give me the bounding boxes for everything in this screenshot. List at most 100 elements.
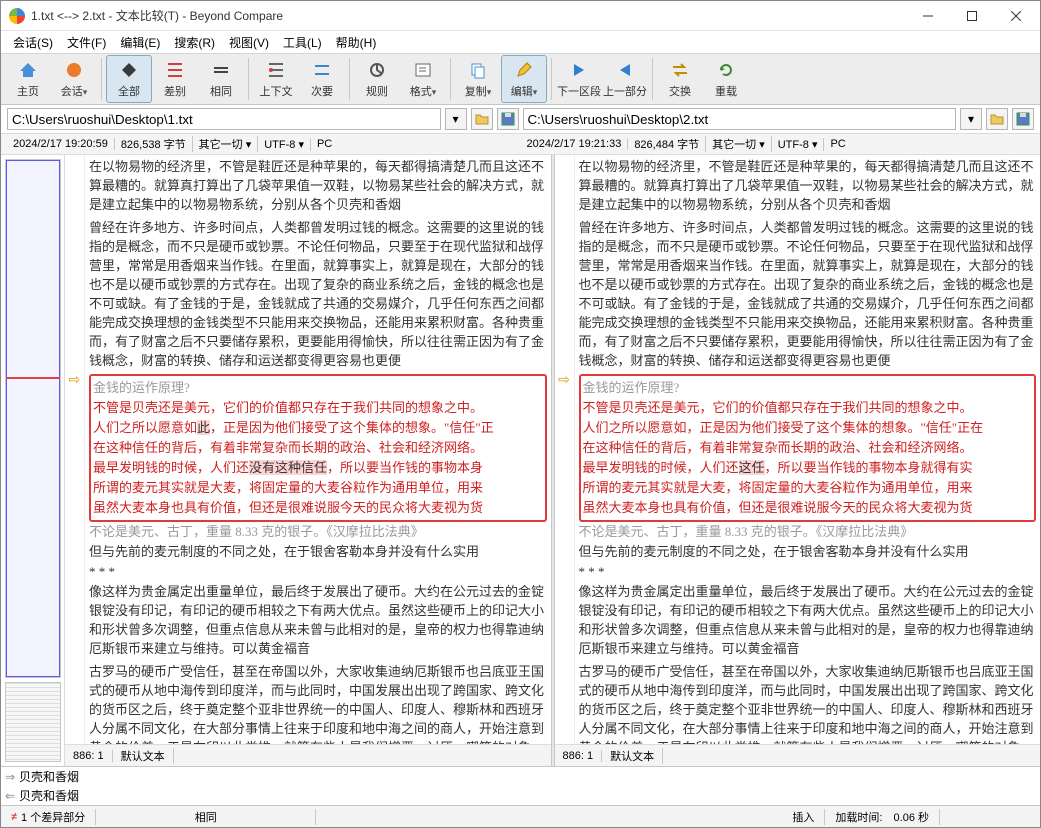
same-icon bbox=[210, 59, 232, 81]
arrow-left-icon: ⇐ bbox=[5, 789, 19, 803]
right-pc: PC bbox=[824, 138, 851, 150]
diff-block: 金钱的运作原理? 不管是贝壳还是美元，它们的价值都只存在于我们共同的想象之中。 … bbox=[89, 374, 547, 522]
diff-arrow-icon[interactable]: ⇨ bbox=[555, 371, 574, 388]
app-icon bbox=[9, 8, 25, 24]
left-dropdown[interactable]: ▾ bbox=[445, 108, 467, 130]
session-icon bbox=[63, 59, 85, 81]
btn-context[interactable]: 上下文 bbox=[253, 55, 299, 103]
left-path-input[interactable] bbox=[7, 108, 441, 130]
btn-edit[interactable]: 编辑▾ bbox=[501, 55, 547, 103]
left-browse[interactable] bbox=[471, 108, 493, 130]
menu-help[interactable]: 帮助(H) bbox=[330, 32, 383, 53]
right-browse[interactable] bbox=[986, 108, 1008, 130]
folder-icon bbox=[990, 113, 1004, 125]
status-load-time: 0.06 秒 bbox=[894, 809, 929, 825]
btn-copy[interactable]: 复制▾ bbox=[455, 55, 501, 103]
window-title: 1.txt <--> 2.txt - 文本比较(T) - Beyond Comp… bbox=[31, 7, 906, 24]
btn-diff[interactable]: 差别 bbox=[152, 55, 198, 103]
left-pane: ⇨ 在以物易物的经济里，不管是鞋匠还是种苹果的，每天都得搞清楚几而且这还不算最糟… bbox=[65, 155, 551, 766]
disk-icon bbox=[1016, 112, 1030, 126]
home-icon bbox=[17, 59, 39, 81]
btn-home[interactable]: 主页 bbox=[5, 55, 51, 103]
btn-rules[interactable]: 规则 bbox=[354, 55, 400, 103]
menu-edit[interactable]: 编辑(E) bbox=[114, 32, 166, 53]
disk-icon bbox=[501, 112, 515, 126]
right-size: 826,484 字节 bbox=[628, 136, 706, 152]
diff-arrow-icon[interactable]: ⇨ bbox=[65, 371, 84, 388]
btn-next[interactable]: 下一区段 bbox=[556, 55, 602, 103]
preview-line[interactable]: 贝壳和香烟 bbox=[19, 787, 79, 804]
left-footer: 886: 1 默认文本 bbox=[65, 744, 551, 766]
reload-icon bbox=[715, 59, 737, 81]
status-bar: ≠1 个差异部分 相同 插入 加载时间: 0.06 秒 bbox=[1, 805, 1040, 827]
toolbar: 主页 会话▾ 全部 差别 相同 上下文 次要 规则 格式▾ 复制▾ 编辑▾ 下一… bbox=[1, 53, 1040, 105]
left-mode: 默认文本 bbox=[113, 748, 174, 764]
left-pc: PC bbox=[311, 138, 338, 150]
edit-icon bbox=[513, 59, 535, 81]
right-arrow-gutter: ⇨ bbox=[555, 155, 575, 744]
diff-indicator-icon: ≠ bbox=[11, 811, 17, 823]
minor-icon bbox=[311, 59, 333, 81]
prev-icon bbox=[614, 59, 636, 81]
right-mode: 默认文本 bbox=[602, 748, 663, 764]
diff-block: 金钱的运作原理? 不管是贝壳还是美元，它们的价值都只存在于我们共同的想象之中。 … bbox=[579, 374, 1037, 522]
status-same: 相同 bbox=[195, 809, 217, 825]
btn-prev[interactable]: 上一部分 bbox=[602, 55, 648, 103]
btn-session[interactable]: 会话▾ bbox=[51, 55, 97, 103]
overview-gutter[interactable] bbox=[1, 155, 65, 766]
next-icon bbox=[568, 59, 590, 81]
menu-tools[interactable]: 工具(L) bbox=[277, 32, 328, 53]
all-icon bbox=[118, 59, 140, 81]
btn-swap[interactable]: 交换 bbox=[657, 55, 703, 103]
compare-area: ⇨ 在以物易物的经济里，不管是鞋匠还是种苹果的，每天都得搞清楚几而且这还不算最糟… bbox=[1, 155, 1040, 766]
rules-icon bbox=[366, 59, 388, 81]
overview-mini[interactable] bbox=[5, 682, 61, 762]
left-arrow-gutter: ⇨ bbox=[65, 155, 85, 744]
menu-bar: 会话(S) 文件(F) 编辑(E) 搜索(R) 视图(V) 工具(L) 帮助(H… bbox=[1, 31, 1040, 53]
status-insert: 插入 bbox=[792, 809, 814, 825]
context-icon bbox=[265, 59, 287, 81]
arrow-right-icon: ⇒ bbox=[5, 770, 19, 784]
menu-session[interactable]: 会话(S) bbox=[7, 32, 59, 53]
minimize-button[interactable] bbox=[906, 2, 950, 30]
right-other[interactable]: 其它一切 ▾ bbox=[706, 136, 772, 152]
app-window: 1.txt <--> 2.txt - 文本比较(T) - Beyond Comp… bbox=[0, 0, 1041, 828]
preview-line[interactable]: 贝壳和香烟 bbox=[19, 768, 79, 785]
right-path-input[interactable] bbox=[523, 108, 957, 130]
right-encoding[interactable]: UTF-8 ▾ bbox=[772, 138, 825, 151]
left-other[interactable]: 其它一切 ▾ bbox=[193, 136, 259, 152]
menu-search[interactable]: 搜索(R) bbox=[168, 32, 221, 53]
left-text[interactable]: 在以物易物的经济里，不管是鞋匠还是种苹果的，每天都得搞清楚几而且这还不算最糟的。… bbox=[85, 155, 551, 744]
right-save[interactable] bbox=[1012, 108, 1034, 130]
btn-same[interactable]: 相同 bbox=[198, 55, 244, 103]
right-cursor-pos: 886: 1 bbox=[555, 750, 603, 762]
file-info-bar: 2024/2/17 19:20:59 826,538 字节 其它一切 ▾ UTF… bbox=[1, 133, 1040, 155]
left-encoding[interactable]: UTF-8 ▾ bbox=[258, 138, 311, 151]
btn-all[interactable]: 全部 bbox=[106, 55, 152, 103]
swap-icon bbox=[669, 59, 691, 81]
menu-view[interactable]: 视图(V) bbox=[223, 32, 275, 53]
title-bar[interactable]: 1.txt <--> 2.txt - 文本比较(T) - Beyond Comp… bbox=[1, 1, 1040, 31]
right-dropdown[interactable]: ▾ bbox=[960, 108, 982, 130]
copy-icon bbox=[467, 59, 489, 81]
btn-reload[interactable]: 重载 bbox=[703, 55, 749, 103]
maximize-button[interactable] bbox=[950, 2, 994, 30]
format-icon bbox=[412, 59, 434, 81]
path-row: ▾ ▾ bbox=[1, 105, 1040, 133]
right-date: 2024/2/17 19:21:33 bbox=[521, 138, 629, 150]
btn-format[interactable]: 格式▾ bbox=[400, 55, 446, 103]
folder-icon bbox=[475, 113, 489, 125]
status-diff: 1 个差异部分 bbox=[21, 809, 85, 825]
btn-minor[interactable]: 次要 bbox=[299, 55, 345, 103]
left-size: 826,538 字节 bbox=[115, 136, 193, 152]
left-cursor-pos: 886: 1 bbox=[65, 750, 113, 762]
diff-icon bbox=[164, 59, 186, 81]
right-footer: 886: 1 默认文本 bbox=[555, 744, 1041, 766]
right-pane: ⇨ 在以物易物的经济里，不管是鞋匠还是种苹果的，每天都得搞清楚几而且这还不算最糟… bbox=[555, 155, 1041, 766]
right-text[interactable]: 在以物易物的经济里，不管是鞋匠还是种苹果的，每天都得搞清楚几而且这还不算最糟的。… bbox=[575, 155, 1041, 744]
menu-file[interactable]: 文件(F) bbox=[61, 32, 112, 53]
overview-thumb[interactable] bbox=[5, 159, 61, 678]
close-button[interactable] bbox=[994, 2, 1038, 30]
merge-preview: ⇒贝壳和香烟 ⇐贝壳和香烟 bbox=[1, 766, 1040, 805]
left-save[interactable] bbox=[497, 108, 519, 130]
